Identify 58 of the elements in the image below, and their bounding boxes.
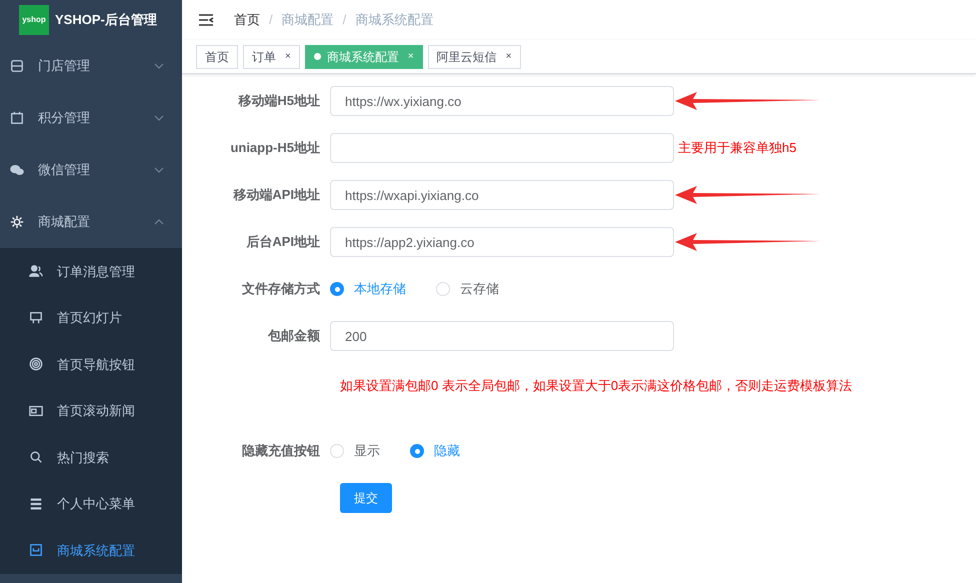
text-field[interactable]: 200 [330, 321, 674, 351]
radio-option[interactable]: 本地存储 [330, 279, 406, 299]
form-label: 隐藏充值按钮 [241, 442, 321, 460]
settings-icon [10, 215, 24, 229]
text-field[interactable]: https://wxapi.yixiang.co [330, 180, 674, 210]
board-icon [29, 310, 43, 325]
breadcrumb-separator: / [342, 11, 346, 30]
hint-text: 如果设置满包邮0 表示全局包邮，如果设置大于0表示满这价格包邮，否则走运费模板算法 [340, 378, 852, 393]
submenu-item[interactable]: 首页幻灯片 [0, 294, 182, 341]
tab[interactable]: 首页 [196, 44, 238, 68]
submenu-item[interactable]: 首页导航按钮 [0, 341, 182, 388]
tab[interactable]: 订单 × [243, 44, 300, 68]
menu-item[interactable]: 商城配置 [0, 196, 182, 248]
news-icon [29, 404, 43, 418]
radio-option[interactable]: 隐藏 [410, 441, 460, 461]
submenu-item[interactable]: 商城系统配置 [0, 527, 182, 574]
window-icon [29, 543, 43, 558]
menu-icon[interactable] [198, 13, 214, 27]
target-icon [29, 357, 43, 372]
breadcrumb-item: 商城配置 [282, 11, 334, 30]
text-field[interactable] [330, 133, 674, 163]
breadcrumb-item: 商城系统配置 [355, 11, 434, 30]
breadcrumb-item[interactable]: 首页 [234, 10, 260, 30]
users-icon [29, 264, 43, 278]
form-label: uniapp-H5地址 [229, 139, 321, 158]
note-text: 主要用于兼容单独h5 [678, 139, 796, 158]
store-icon [10, 59, 24, 73]
list-icon [29, 496, 43, 511]
text-field[interactable]: https://wx.yixiang.co [330, 86, 674, 116]
form-label: 移动端API地址 [232, 186, 321, 204]
chevron-icon [154, 61, 164, 71]
chevron-icon [154, 113, 164, 123]
chevron-icon [154, 217, 164, 227]
submit-button[interactable]: 提交 [340, 483, 392, 513]
form-label: 文件存储方式 [241, 280, 321, 298]
close-tab-icon[interactable]: × [506, 49, 512, 64]
close-tab-icon[interactable]: × [285, 49, 291, 64]
form-label: 后台API地址 [245, 233, 321, 252]
menu-item[interactable]: 积分管理 [0, 92, 182, 144]
app-title: YSHOP-后台管理 [55, 11, 157, 30]
chevron-icon [154, 165, 164, 175]
logo-text: yshop [22, 14, 46, 26]
chat-icon [10, 163, 24, 177]
menu-item[interactable]: 门店管理 [0, 40, 182, 92]
submenu-item[interactable]: 订单消息管理 [0, 248, 182, 294]
form-label: 包邮金额 [266, 327, 321, 346]
submenu-item[interactable]: 个人中心菜单 [0, 480, 182, 527]
radio-option[interactable]: 显示 [330, 441, 380, 461]
menu-item[interactable]: 微信管理 [0, 144, 182, 196]
tab[interactable]: 阿里云短信 × [428, 44, 521, 68]
form-label: 移动端H5地址 [237, 92, 321, 110]
submenu-item[interactable]: 首页滚动新闻 [0, 388, 182, 434]
submenu-item[interactable]: 热门搜索 [0, 434, 182, 480]
radio-option[interactable]: 云存储 [436, 279, 499, 299]
breadcrumb-separator: / [269, 11, 273, 30]
text-field[interactable]: https://app2.yixiang.co [330, 227, 674, 257]
search-icon [29, 450, 43, 464]
calendar-icon [10, 111, 24, 125]
